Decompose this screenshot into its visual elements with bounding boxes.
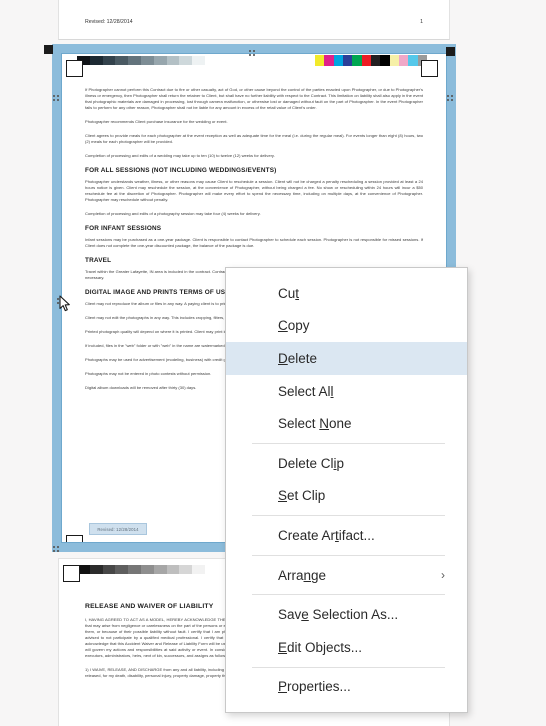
calibration-swatch-0 (315, 55, 325, 66)
menu-separator (252, 515, 445, 517)
calibration-swatch-3 (342, 55, 353, 66)
menu-item-label: Cut (278, 285, 300, 301)
menu-item-label: Select None (278, 416, 352, 432)
menu-item-label: Delete Clip (278, 455, 345, 471)
menu-item-save-selection-as[interactable]: Save Selection As... (226, 598, 467, 631)
menu-item-label: Delete (278, 350, 318, 366)
calibration-swatch-5 (361, 55, 371, 66)
menu-item-label: Arrange (278, 567, 327, 583)
section-paragraph: Infant sessions may be purchased as a on… (85, 237, 423, 248)
prev-page-revised-label: Revised: 12/28/2014 (85, 19, 133, 25)
calibration-swatch-5 (140, 565, 154, 574)
menu-item-delete-clip[interactable]: Delete Clip (226, 447, 467, 480)
selected-text-chip-label: Revised: 12/28/2014 (97, 526, 139, 532)
menu-separator (252, 554, 445, 556)
selection-handle-top-left[interactable] (44, 45, 53, 54)
calibration-swatch-1 (324, 55, 334, 66)
section-paragraph: Completion of processing and edits of a … (85, 211, 261, 216)
calibration-swatch-10 (408, 55, 418, 66)
calibration-swatch-1 (89, 565, 103, 574)
calibration-swatch-8 (179, 56, 193, 65)
calibration-swatch-6 (153, 565, 167, 574)
selection-handle-left-middle[interactable] (56, 297, 64, 305)
menu-item-arrange[interactable]: Arrange › (226, 559, 467, 592)
menu-item-create-artifact[interactable]: Create Artifact... (226, 519, 467, 552)
calibration-swatch-1 (89, 56, 103, 65)
main-paragraph: Photographer recommends Client purchase … (85, 119, 228, 124)
section-heading-travel: TRAVEL (85, 257, 112, 264)
calibration-swatch-3 (115, 565, 129, 574)
main-paragraph: If Photographer cannot perform this Cont… (85, 87, 423, 110)
color-calibration-bar (315, 55, 427, 66)
selection-handle-top-center[interactable] (248, 49, 256, 57)
calibration-swatch-7 (166, 565, 180, 574)
section-paragraph: Photographer understands weather, illnes… (85, 179, 423, 202)
calibration-swatch-9 (192, 565, 205, 574)
menu-item-label: Edit Objects... (278, 639, 363, 655)
crop-mark-bottom-left (66, 535, 83, 552)
menu-item-label: Save Selection As... (278, 607, 399, 623)
crop-mark-top-left (66, 60, 83, 77)
menu-item-select-all[interactable]: Select All (226, 375, 467, 408)
calibration-swatch-4 (128, 565, 141, 574)
calibration-swatch-6 (153, 56, 167, 65)
menu-separator (252, 594, 445, 596)
main-paragraph: Completion of processing and edits of a … (85, 153, 275, 158)
selection-handle-bottom-left[interactable] (52, 545, 60, 553)
crop-mark-top-right (421, 60, 438, 77)
pdf-editor-canvas: next paragraph. Revised: 12/28/2014 1 If… (0, 0, 546, 726)
menu-separator (252, 666, 445, 668)
calibration-swatch-7 (380, 55, 390, 66)
document-page-previous[interactable]: next paragraph. Revised: 12/28/2014 1 (58, 0, 450, 40)
selection-handle-right-upper[interactable] (446, 94, 454, 102)
menu-item-label: Properties... (278, 679, 351, 695)
menu-separator (252, 442, 445, 444)
selection-handle-left-upper[interactable] (52, 94, 60, 102)
section-heading-infant-sessions: FOR INFANT SESSIONS (85, 225, 162, 232)
prev-page-number: 1 (420, 19, 423, 25)
calibration-swatch-2 (333, 55, 343, 66)
crop-mark-next-page (63, 565, 80, 582)
menu-item-label: Select All (278, 383, 334, 399)
calibration-swatch-8 (389, 55, 399, 66)
calibration-swatch-2 (102, 565, 116, 574)
calibration-swatch-3 (115, 56, 129, 65)
calibration-swatch-2 (102, 56, 116, 65)
menu-item-copy[interactable]: Copy (226, 310, 467, 343)
grayscale-wedge-bottom (77, 565, 205, 574)
calibration-swatch-7 (166, 56, 180, 65)
menu-item-label: Copy (278, 318, 310, 334)
menu-item-delete[interactable]: Delete (226, 342, 467, 375)
calibration-swatch-8 (179, 565, 193, 574)
selection-handle-top-right[interactable] (446, 47, 455, 56)
menu-item-edit-objects[interactable]: Edit Objects... (226, 631, 467, 664)
menu-item-label: Create Artifact... (278, 527, 375, 543)
menu-item-label: Set Clip (278, 488, 326, 504)
context-menu[interactable]: Cut Copy Delete Select All Select None Delete… (225, 267, 468, 714)
section-heading-all-sessions: FOR ALL SESSIONS (NOT INCLUDING WEDDINGS… (85, 167, 277, 174)
menu-item-cut[interactable]: Cut (226, 277, 467, 310)
grayscale-wedge-top (77, 56, 205, 65)
calibration-swatch-4 (352, 55, 362, 66)
calibration-swatch-6 (370, 55, 381, 66)
selected-text-chip[interactable]: Revised: 12/28/2014 (89, 523, 147, 535)
menu-item-properties[interactable]: Properties... (226, 671, 467, 704)
calibration-swatch-5 (140, 56, 154, 65)
main-paragraph: Client agrees to provide meals for each … (85, 133, 423, 144)
calibration-swatch-9 (398, 55, 409, 66)
chevron-right-icon: › (441, 568, 445, 583)
menu-item-select-none[interactable]: Select None (226, 407, 467, 440)
calibration-swatch-4 (128, 56, 141, 65)
calibration-swatch-9 (192, 56, 205, 65)
menu-item-set-clip[interactable]: Set Clip (226, 480, 467, 513)
